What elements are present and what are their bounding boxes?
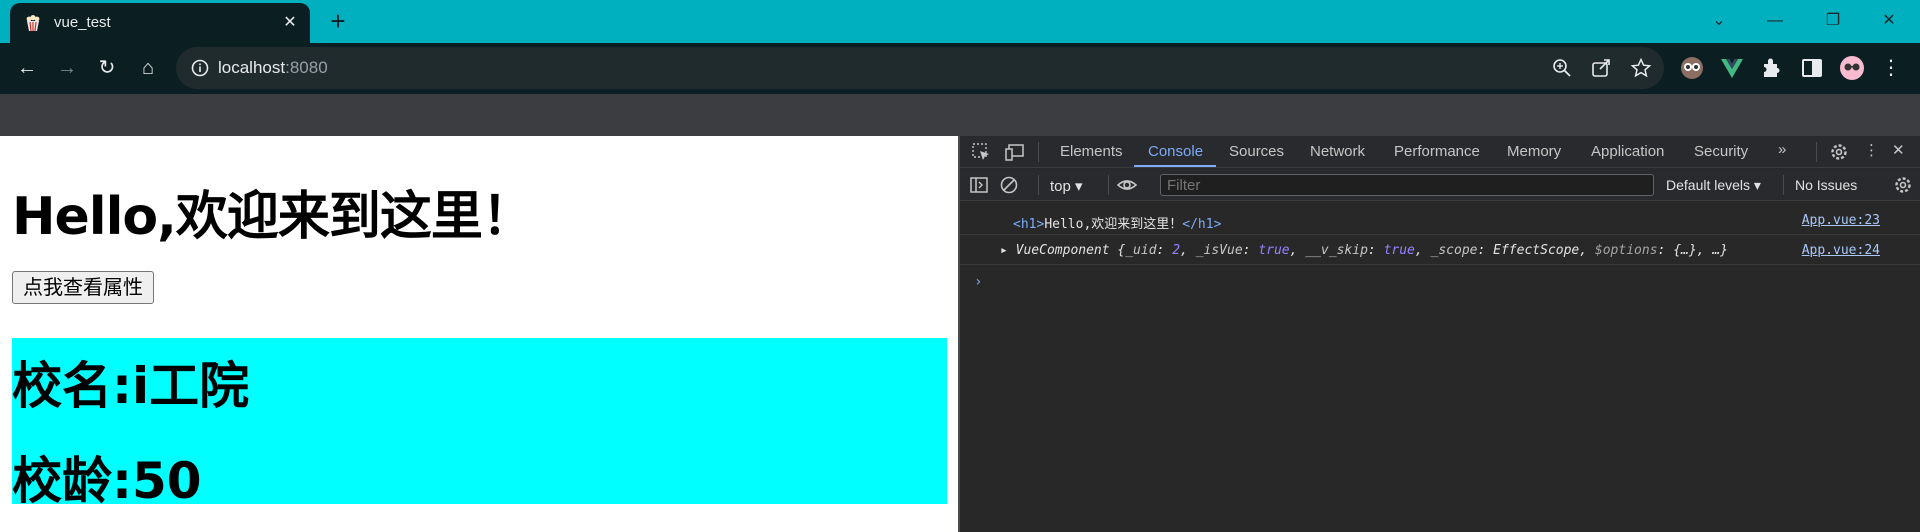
extensions-puzzle-icon[interactable] xyxy=(1759,55,1785,81)
live-expression-eye-icon[interactable] xyxy=(1116,174,1138,196)
profile-avatar[interactable] xyxy=(1839,55,1865,81)
context-selector[interactable]: top ▾ xyxy=(1050,177,1083,195)
filter-box xyxy=(1160,174,1654,196)
tab-strip: vue_test ✕ + ⌄ — ❐ ✕ xyxy=(0,0,1920,43)
address-bar[interactable]: localhost:8080 xyxy=(176,47,1664,89)
devtools-tab-bar: Elements Console Sources Network Perform… xyxy=(960,136,1920,168)
extension-owl-icon[interactable] xyxy=(1679,55,1705,81)
tab-memory[interactable]: Memory xyxy=(1507,143,1561,160)
source-link[interactable]: App.vue:23 xyxy=(1802,213,1880,228)
close-devtools-icon[interactable]: ✕ xyxy=(1892,141,1905,159)
restore-icon[interactable]: ❐ xyxy=(1810,6,1856,36)
log-message[interactable]: <h1>Hello,欢迎来到这里！</h1> xyxy=(1013,213,1221,232)
browser-tab[interactable]: vue_test ✕ xyxy=(10,3,310,43)
source-link[interactable]: App.vue:24 xyxy=(1802,243,1880,258)
school-age: 校龄:50 xyxy=(12,452,202,510)
settings-gear-icon[interactable] xyxy=(1828,141,1850,163)
minimize-icon[interactable]: — xyxy=(1752,6,1798,36)
close-window-icon[interactable]: ✕ xyxy=(1866,6,1912,36)
tab-sources[interactable]: Sources xyxy=(1229,143,1284,160)
browser-toolbar: ← → ↻ ⌂ localhost:8080 ⋮ xyxy=(0,43,1920,94)
clear-console-icon[interactable] xyxy=(998,174,1020,196)
expand-triangle-icon: ▸ xyxy=(1000,243,1016,258)
issues-counter[interactable]: No Issues xyxy=(1795,177,1857,193)
tab-console[interactable]: Console xyxy=(1148,143,1203,160)
bookmarks-strip xyxy=(0,94,1920,136)
sidebar-toggle-icon[interactable] xyxy=(968,174,990,196)
log-object-message[interactable]: ▸ VueComponent {_uid: 2, _isVue: true, _… xyxy=(1000,243,1728,258)
bookmark-star-icon[interactable] xyxy=(1630,57,1652,79)
page-heading: Hello,欢迎来到这里！ xyxy=(12,187,534,247)
home-icon[interactable]: ⌂ xyxy=(133,53,163,83)
tab-title: vue_test xyxy=(54,14,111,31)
tab-performance[interactable]: Performance xyxy=(1394,143,1480,160)
school-name: 校名:i工院 xyxy=(12,357,250,415)
info-icon[interactable] xyxy=(190,58,210,78)
url-text: localhost:8080 xyxy=(218,58,328,77)
back-icon[interactable]: ← xyxy=(12,53,42,83)
console-toolbar: top ▾ Default levels ▾ No Issues xyxy=(960,169,1920,201)
new-tab-button[interactable]: + xyxy=(324,8,352,36)
more-tabs-icon[interactable]: » xyxy=(1778,141,1786,158)
school-info-box: 校名:i工院 校龄:50 xyxy=(12,338,947,510)
console-prompt[interactable]: › xyxy=(974,274,982,290)
console-filter-input[interactable] xyxy=(1161,175,1653,195)
show-properties-button[interactable]: 点我查看属性 xyxy=(12,271,154,304)
inspect-element-icon[interactable] xyxy=(970,141,992,163)
vue-devtools-icon[interactable] xyxy=(1719,55,1745,81)
active-tab-indicator xyxy=(1134,165,1216,167)
side-panel-icon[interactable] xyxy=(1799,55,1825,81)
tab-security[interactable]: Security xyxy=(1694,143,1748,160)
tab-elements[interactable]: Elements xyxy=(1060,143,1123,160)
tab-network[interactable]: Network xyxy=(1310,143,1365,160)
zoom-icon[interactable] xyxy=(1551,57,1573,79)
devtools-menu-icon[interactable]: ⋮ xyxy=(1864,141,1879,159)
console-settings-icon[interactable] xyxy=(1892,174,1914,196)
console-log-row: <h1>Hello,欢迎来到这里！</h1> App.vue:23 xyxy=(960,206,1920,235)
page-viewport: Hello,欢迎来到这里！ 点我查看属性 校名:i工院 校龄:50 xyxy=(0,136,958,532)
device-toolbar-icon[interactable] xyxy=(1004,141,1026,163)
console-log-row: ▸ VueComponent {_uid: 2, _isVue: true, _… xyxy=(960,236,1920,265)
forward-icon[interactable]: → xyxy=(52,53,82,83)
menu-dots-icon[interactable]: ⋮ xyxy=(1876,53,1906,83)
devtools-panel: Elements Console Sources Network Perform… xyxy=(960,136,1920,532)
log-levels-dropdown[interactable]: Default levels ▾ xyxy=(1666,177,1761,194)
popcorn-icon xyxy=(26,15,40,32)
tab-search-chevron-icon[interactable]: ⌄ xyxy=(1696,6,1742,36)
share-icon[interactable] xyxy=(1590,57,1612,79)
tab-application[interactable]: Application xyxy=(1591,143,1664,160)
close-tab-icon[interactable]: ✕ xyxy=(280,13,300,33)
reload-icon[interactable]: ↻ xyxy=(92,53,122,83)
